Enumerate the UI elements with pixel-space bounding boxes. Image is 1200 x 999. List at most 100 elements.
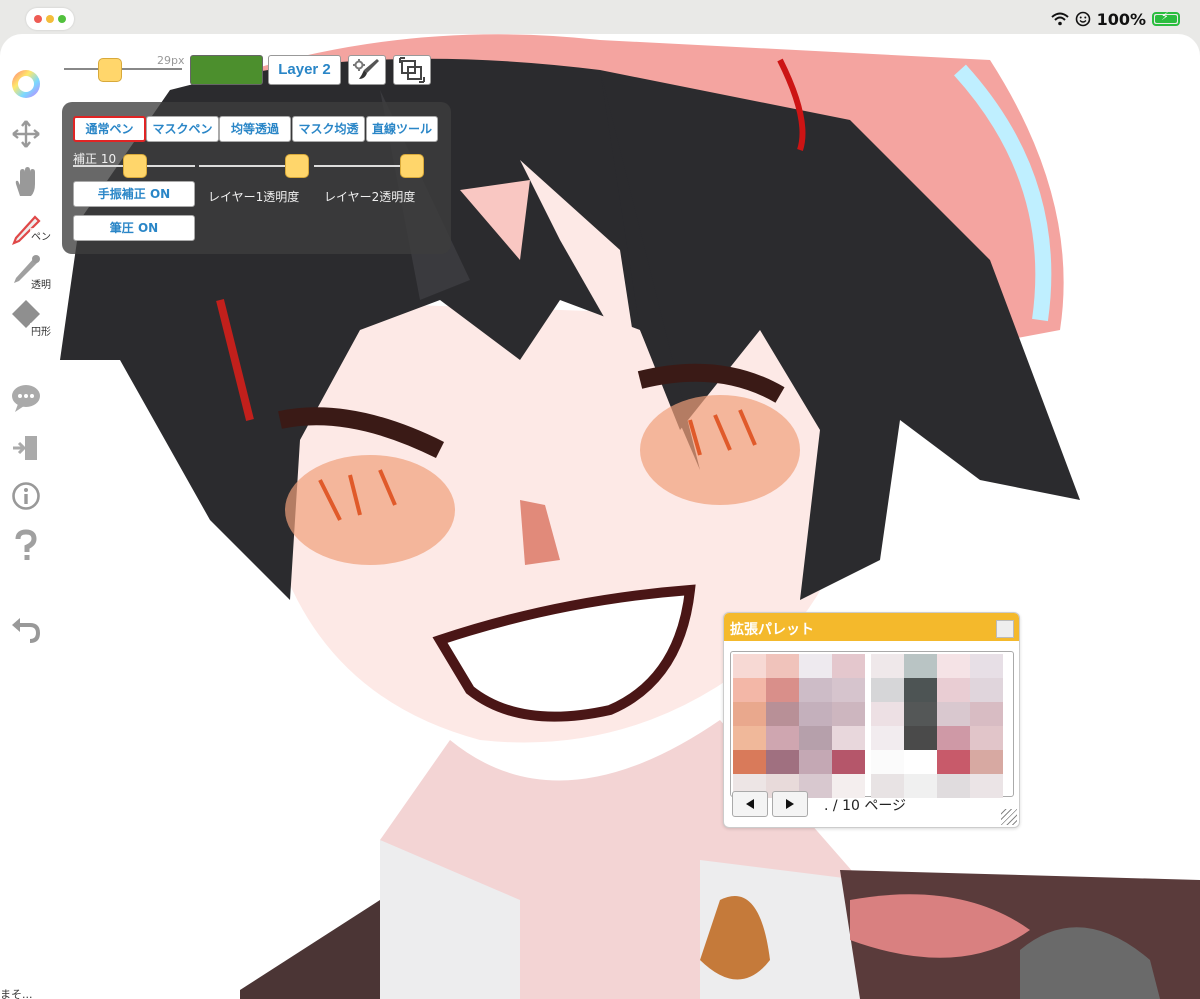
brush-settings-button[interactable] <box>348 55 386 85</box>
smoothing-knob[interactable] <box>123 154 147 178</box>
palette-swatch-group-left <box>733 654 865 798</box>
palette-swatch-left-19[interactable] <box>832 750 865 774</box>
brush-size-value: 29px <box>157 54 185 67</box>
layer-button[interactable]: Layer 2 <box>268 55 341 85</box>
current-color-swatch[interactable] <box>190 55 263 85</box>
palette-swatch-right-17[interactable] <box>904 750 937 774</box>
smiley-icon <box>1075 11 1090 27</box>
palette-swatch-left-16[interactable] <box>733 750 766 774</box>
smoothing-slider[interactable] <box>73 154 195 178</box>
palette-title: 拡張パレット <box>730 622 814 638</box>
palette-swatch-right-10[interactable] <box>937 702 970 726</box>
battery-icon <box>1152 10 1180 26</box>
stabilizer-toggle-button[interactable]: 手振補正 ON <box>73 181 195 207</box>
palette-swatch-right-5[interactable] <box>904 678 937 702</box>
undo-button[interactable] <box>8 612 44 648</box>
layer1-opacity-label: レイヤー1透明度 <box>208 190 300 204</box>
move-button[interactable] <box>8 116 44 152</box>
palette-swatch-right-3[interactable] <box>970 654 1003 678</box>
tab-mask-uniform[interactable]: マスク均透 <box>292 116 365 142</box>
info-button[interactable] <box>8 478 44 514</box>
battery-percent: 100% <box>1096 9 1146 29</box>
left-triangle-icon <box>746 799 754 809</box>
zoom-dot-icon[interactable] <box>58 15 66 23</box>
palette-swatch-right-1[interactable] <box>904 654 937 678</box>
palette-resize-grip-icon[interactable] <box>1001 809 1017 825</box>
palette-swatch-left-15[interactable] <box>832 726 865 750</box>
palette-swatch-right-12[interactable] <box>871 726 904 750</box>
palette-swatch-left-6[interactable] <box>799 678 832 702</box>
brush-size-knob[interactable] <box>98 58 122 82</box>
brush-size-track <box>64 68 182 70</box>
layer2-opacity-slider[interactable] <box>314 154 424 178</box>
palette-swatch-left-7[interactable] <box>832 678 865 702</box>
color-wheel-button[interactable] <box>8 66 44 102</box>
tab-uniform-transparency[interactable]: 均等透過 <box>219 116 291 142</box>
palette-swatch-right-13[interactable] <box>904 726 937 750</box>
minimize-dot-icon[interactable] <box>46 15 54 23</box>
hand-button[interactable] <box>8 164 44 200</box>
palette-swatch-left-2[interactable] <box>799 654 832 678</box>
layer2-opacity-knob[interactable] <box>400 154 424 178</box>
palette-swatch-right-7[interactable] <box>970 678 1003 702</box>
window-controls[interactable] <box>26 8 74 30</box>
help-button[interactable] <box>8 528 44 564</box>
layer1-opacity-knob[interactable] <box>285 154 309 178</box>
wifi-icon <box>1050 12 1069 26</box>
palette-swatch-right-8[interactable] <box>871 702 904 726</box>
left-toolbar: ペン 透明 円形 <box>0 34 54 999</box>
palette-swatch-left-12[interactable] <box>733 726 766 750</box>
palette-swatch-left-17[interactable] <box>766 750 799 774</box>
palette-next-page-button[interactable] <box>772 791 808 817</box>
status-indicators: 100% <box>1050 8 1180 30</box>
tab-normal-pen[interactable]: 通常ペン <box>73 116 146 142</box>
color-wheel-icon <box>12 70 40 98</box>
chat-button[interactable] <box>8 380 44 416</box>
palette-swatch-left-14[interactable] <box>799 726 832 750</box>
pen-settings-panel: 通常ペン マスクペン 均等透過 マスク均透 直線ツール 補正 10 手振補正 O… <box>62 102 451 254</box>
palette-swatch-left-10[interactable] <box>799 702 832 726</box>
chat-icon <box>12 385 40 412</box>
palette-swatch-area <box>730 651 1014 798</box>
palette-swatch-right-6[interactable] <box>937 678 970 702</box>
undo-icon <box>12 618 41 643</box>
palette-swatch-right-19[interactable] <box>970 750 1003 774</box>
palette-swatch-right-11[interactable] <box>970 702 1003 726</box>
palette-swatch-left-0[interactable] <box>733 654 766 678</box>
palette-swatch-right-9[interactable] <box>904 702 937 726</box>
pen-tool-label: ペン <box>30 228 52 243</box>
tab-mask-pen[interactable]: マスクペン <box>146 116 219 142</box>
palette-swatch-left-13[interactable] <box>766 726 799 750</box>
palette-swatch-right-15[interactable] <box>970 726 1003 750</box>
info-icon <box>12 482 40 510</box>
palette-swatch-left-3[interactable] <box>832 654 865 678</box>
palette-prev-page-button[interactable] <box>732 791 768 817</box>
palette-swatch-left-4[interactable] <box>733 678 766 702</box>
palette-swatch-right-2[interactable] <box>937 654 970 678</box>
palette-header[interactable]: 拡張パレット <box>724 613 1019 641</box>
palette-swatch-left-11[interactable] <box>832 702 865 726</box>
layer-transform-button[interactable] <box>393 55 431 85</box>
palette-swatch-left-18[interactable] <box>799 750 832 774</box>
help-icon <box>15 529 37 560</box>
tab-line-tool[interactable]: 直線ツール <box>366 116 438 142</box>
brush-settings-icon <box>353 59 379 79</box>
palette-swatch-right-21[interactable] <box>904 774 937 798</box>
palette-swatch-right-4[interactable] <box>871 678 904 702</box>
palette-close-button[interactable] <box>996 620 1014 638</box>
layer1-opacity-slider[interactable] <box>199 154 309 178</box>
palette-swatch-right-22[interactable] <box>937 774 970 798</box>
palette-swatch-right-23[interactable] <box>970 774 1003 798</box>
pressure-toggle-button[interactable]: 筆圧 ON <box>73 215 195 241</box>
palette-swatch-right-16[interactable] <box>871 750 904 774</box>
palette-swatch-right-14[interactable] <box>937 726 970 750</box>
palette-swatch-right-0[interactable] <box>871 654 904 678</box>
exit-button[interactable] <box>8 430 44 466</box>
palette-swatch-left-8[interactable] <box>733 702 766 726</box>
palette-swatch-left-1[interactable] <box>766 654 799 678</box>
palette-swatch-right-18[interactable] <box>937 750 970 774</box>
palette-swatch-left-9[interactable] <box>766 702 799 726</box>
palette-swatch-left-5[interactable] <box>766 678 799 702</box>
exit-icon <box>13 436 37 460</box>
close-dot-icon[interactable] <box>34 15 42 23</box>
